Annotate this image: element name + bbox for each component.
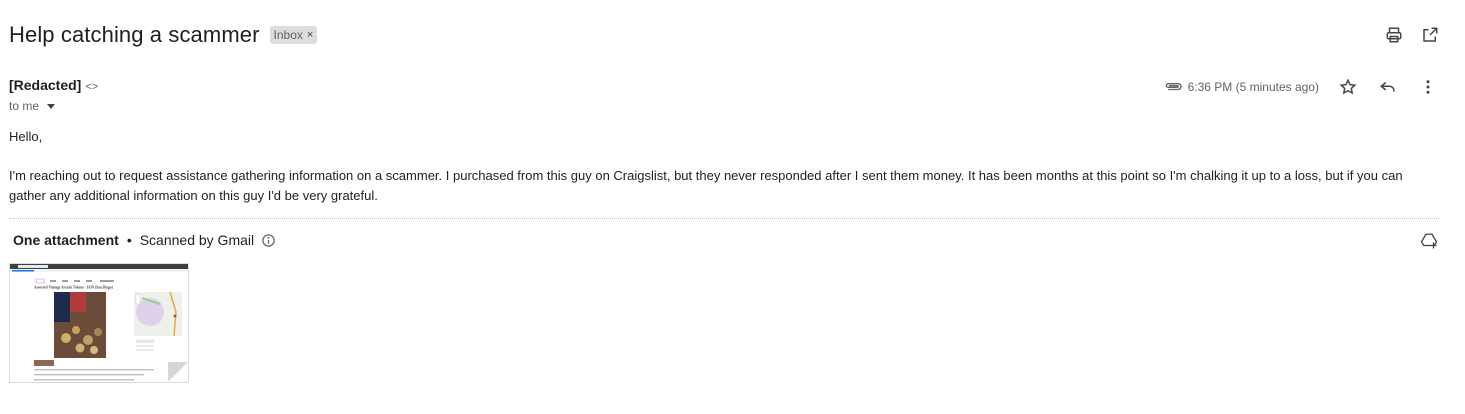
open-in-new-window-icon[interactable] [1419, 24, 1441, 46]
sender-row: [Redacted] <> [9, 77, 98, 93]
timestamp: 6:36 PM (5 minutes ago) [1187, 80, 1319, 94]
message-meta: 6:36 PM (5 minutes ago) [1164, 76, 1439, 98]
attachment-thumbnail[interactable]: Assorted Vintage Arcade Tokens - $150 (S… [9, 263, 189, 383]
inbox-label-chip[interactable]: Inbox × [269, 26, 318, 44]
body-paragraph: I'm reaching out to request assistance g… [9, 168, 1403, 203]
subject-row: Help catching a scammer Inbox × [9, 20, 318, 50]
scanned-by-gmail: Scanned by Gmail [139, 232, 255, 248]
sender-name[interactable]: [Redacted] [9, 77, 81, 93]
separator-dot: • [126, 232, 132, 248]
attachment-divider [9, 218, 1439, 219]
reply-icon[interactable] [1377, 76, 1399, 98]
screenshot-preview: Assorted Vintage Arcade Tokens - $150 (S… [10, 264, 188, 381]
star-icon[interactable] [1337, 76, 1359, 98]
print-icon[interactable] [1383, 24, 1405, 46]
add-to-drive-icon[interactable] [1419, 231, 1439, 251]
more-vert-icon[interactable] [1417, 76, 1439, 98]
attachment-header: One attachment • Scanned by Gmail [13, 232, 276, 248]
paperclip-icon [1164, 78, 1184, 96]
remove-label-button[interactable]: × [307, 29, 313, 41]
show-details-caret-icon[interactable] [47, 103, 56, 109]
thumbnail-page-title: Assorted Vintage Arcade Tokens - $150 (S… [34, 286, 114, 290]
thread-actions [1383, 24, 1441, 46]
body-greeting: Hello, [9, 129, 43, 144]
info-icon[interactable] [260, 232, 276, 248]
label-text: Inbox [273, 28, 303, 42]
attachment-count: One attachment [13, 232, 119, 248]
sender-email: <> [85, 81, 99, 93]
page-fold-decoration [168, 362, 188, 382]
to-me-label: to me [9, 99, 40, 113]
recipient-row: to me [9, 99, 56, 113]
message-actions [1337, 76, 1439, 98]
email-body: Hello, I'm reaching out to request assis… [9, 127, 1429, 225]
email-subject: Help catching a scammer [9, 22, 260, 47]
